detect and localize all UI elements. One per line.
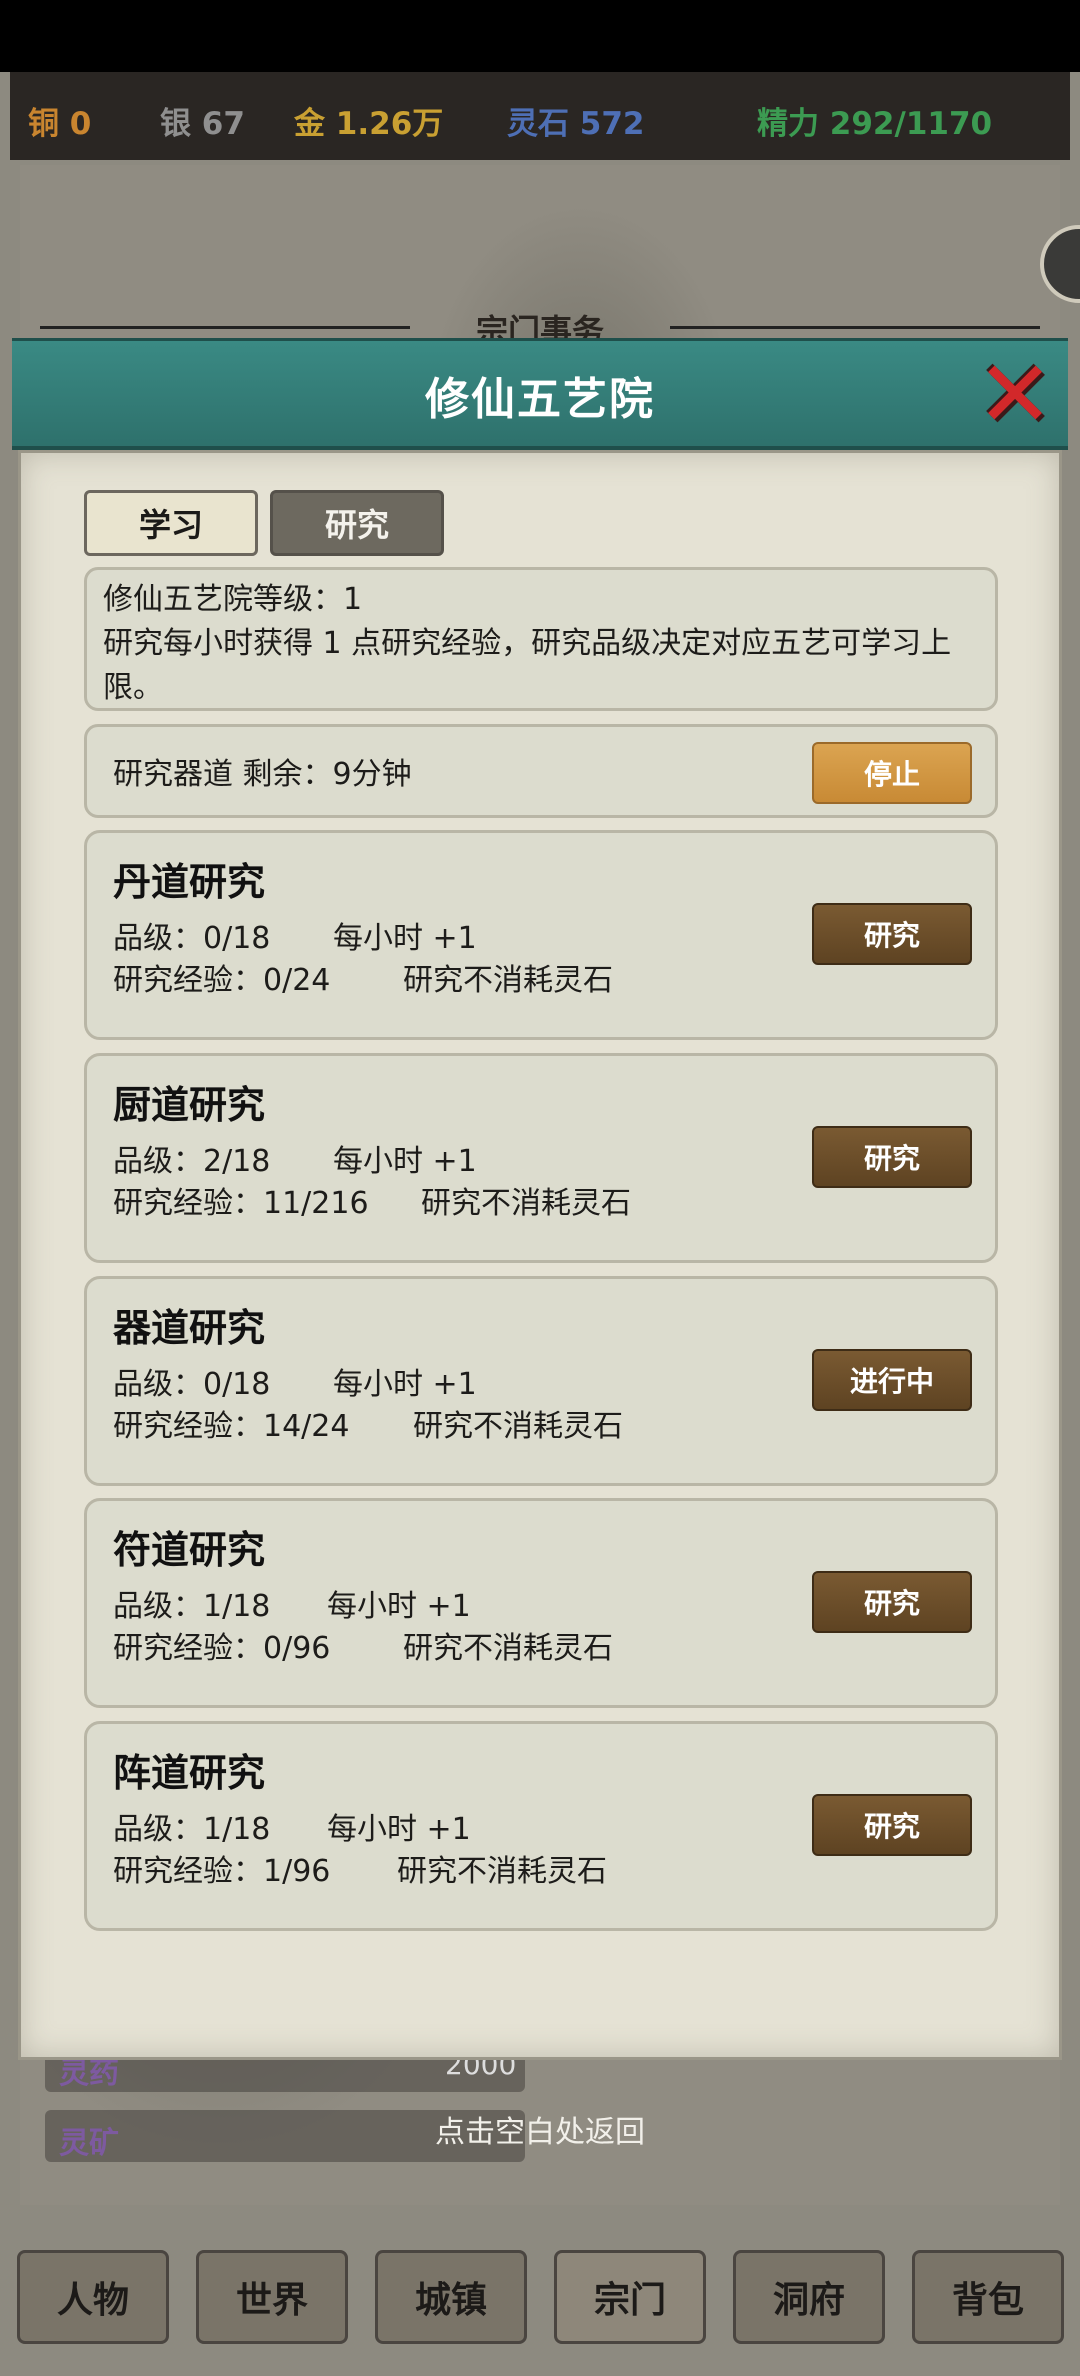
nav-world[interactable]: 世界	[196, 2250, 348, 2344]
card-title: 丹道研究	[113, 860, 266, 904]
card-grade: 品级：2/18	[113, 1144, 271, 1179]
tab-label: 研究	[324, 506, 389, 544]
academy-info-box: 修仙五艺院等级：1 研究每小时获得 1 点研究经验，研究品级决定对应五艺可学习上…	[84, 567, 998, 711]
nav-bag[interactable]: 背包	[912, 2250, 1064, 2344]
card-exp: 研究经验：14/24	[113, 1409, 350, 1444]
currency-value: 572	[579, 106, 645, 142]
current-research-status: 研究器道 剩余：9分钟 停止	[84, 724, 998, 818]
nav-cave[interactable]: 洞府	[733, 2250, 885, 2344]
research-button[interactable]: 研究	[812, 903, 972, 965]
currency-value: 0	[69, 106, 92, 142]
button-label: 研究	[863, 919, 920, 952]
bottom-nav: 人物 世界 城镇 宗门 洞府 背包	[0, 2240, 1080, 2350]
currency-silver: 银 67	[160, 98, 245, 143]
currency-value: 292/1170	[829, 106, 993, 142]
card-title: 厨道研究	[113, 1083, 266, 1127]
tap-to-return-hint[interactable]: 点击空白处返回	[0, 2107, 1080, 2151]
card-rate: 每小时 +1	[327, 1589, 471, 1624]
card-title: 符道研究	[113, 1528, 266, 1572]
card-rate: 每小时 +1	[327, 1812, 471, 1847]
currency-label: 银	[160, 106, 191, 142]
research-button[interactable]: 研究	[812, 1571, 972, 1633]
research-card-talisman: 符道研究 品级：1/18 每小时 +1 研究经验：0/96 研究不消耗灵石 研究	[84, 1498, 998, 1708]
currency-copper: 铜 0	[28, 98, 91, 143]
card-grade: 品级：1/18	[113, 1589, 271, 1624]
card-note: 研究不消耗灵石	[403, 1631, 613, 1666]
nav-character[interactable]: 人物	[17, 2250, 169, 2344]
tab-research[interactable]: 研究	[270, 490, 444, 556]
button-label: 研究	[863, 1587, 920, 1620]
status-bar	[0, 0, 1080, 72]
button-label: 研究	[863, 1810, 920, 1843]
card-grade: 品级：1/18	[113, 1812, 271, 1847]
currency-label: 金	[294, 106, 325, 142]
research-card-cooking: 厨道研究 品级：2/18 每小时 +1 研究经验：11/216 研究不消耗灵石 …	[84, 1053, 998, 1263]
currency-value: 1.26万	[335, 106, 444, 142]
nav-label: 城镇	[414, 2280, 487, 2321]
nav-sect[interactable]: 宗门	[554, 2250, 706, 2344]
currency-gold: 金 1.26万	[294, 98, 443, 143]
stop-button[interactable]: 停止	[812, 742, 972, 804]
card-note: 研究不消耗灵石	[421, 1186, 631, 1221]
in-progress-button[interactable]: 进行中	[812, 1349, 972, 1411]
currency-bar: 铜 0 银 67 金 1.26万 灵石 572 精力 292/1170	[10, 72, 1070, 160]
research-button[interactable]: 研究	[812, 1794, 972, 1856]
card-rate: 每小时 +1	[333, 921, 477, 956]
currency-spirit-stone: 灵石 572	[507, 98, 645, 143]
currency-energy: 精力 292/1170	[757, 98, 992, 143]
card-title: 器道研究	[113, 1306, 266, 1350]
tab-label: 学习	[138, 506, 203, 544]
nav-town[interactable]: 城镇	[375, 2250, 527, 2344]
research-card-artifact: 器道研究 品级：0/18 每小时 +1 研究经验：14/24 研究不消耗灵石 进…	[84, 1276, 998, 1486]
currency-label: 精力	[757, 106, 819, 142]
card-note: 研究不消耗灵石	[413, 1409, 623, 1444]
academy-level: 修仙五艺院等级：1	[103, 582, 363, 617]
card-exp: 研究经验：1/96	[113, 1854, 331, 1889]
nav-label: 宗门	[593, 2280, 666, 2321]
currency-value: 67	[201, 106, 245, 142]
academy-description: 研究每小时获得 1 点研究经验，研究品级决定对应五艺可学习上限。	[103, 626, 952, 705]
card-exp: 研究经验：0/96	[113, 1631, 331, 1666]
nav-label: 人物	[56, 2280, 129, 2321]
nav-label: 洞府	[772, 2280, 845, 2321]
current-research-text: 研究器道 剩余：9分钟	[113, 757, 412, 792]
button-label: 研究	[863, 1142, 920, 1175]
button-label: 进行中	[849, 1365, 934, 1398]
card-note: 研究不消耗灵石	[397, 1854, 607, 1889]
modal-title: 修仙五艺院	[425, 374, 655, 425]
modal-header: 修仙五艺院	[12, 338, 1068, 450]
card-rate: 每小时 +1	[333, 1144, 477, 1179]
research-card-formation: 阵道研究 品级：1/18 每小时 +1 研究经验：1/96 研究不消耗灵石 研究	[84, 1721, 998, 1931]
nav-label: 背包	[951, 2280, 1024, 2321]
close-icon[interactable]: ✕	[970, 349, 1060, 441]
card-exp: 研究经验：11/216	[113, 1186, 369, 1221]
currency-label: 铜	[28, 106, 59, 142]
card-title: 阵道研究	[113, 1751, 266, 1795]
research-button[interactable]: 研究	[812, 1126, 972, 1188]
card-grade: 品级：0/18	[113, 1367, 271, 1402]
card-grade: 品级：0/18	[113, 921, 271, 956]
card-exp: 研究经验：0/24	[113, 963, 331, 998]
nav-label: 世界	[235, 2280, 308, 2321]
card-rate: 每小时 +1	[333, 1367, 477, 1402]
stop-label: 停止	[863, 758, 920, 791]
card-note: 研究不消耗灵石	[403, 963, 613, 998]
tab-study[interactable]: 学习	[84, 490, 258, 556]
research-card-alchemy: 丹道研究 品级：0/18 每小时 +1 研究经验：0/24 研究不消耗灵石 研究	[84, 830, 998, 1040]
currency-label: 灵石	[507, 106, 569, 142]
